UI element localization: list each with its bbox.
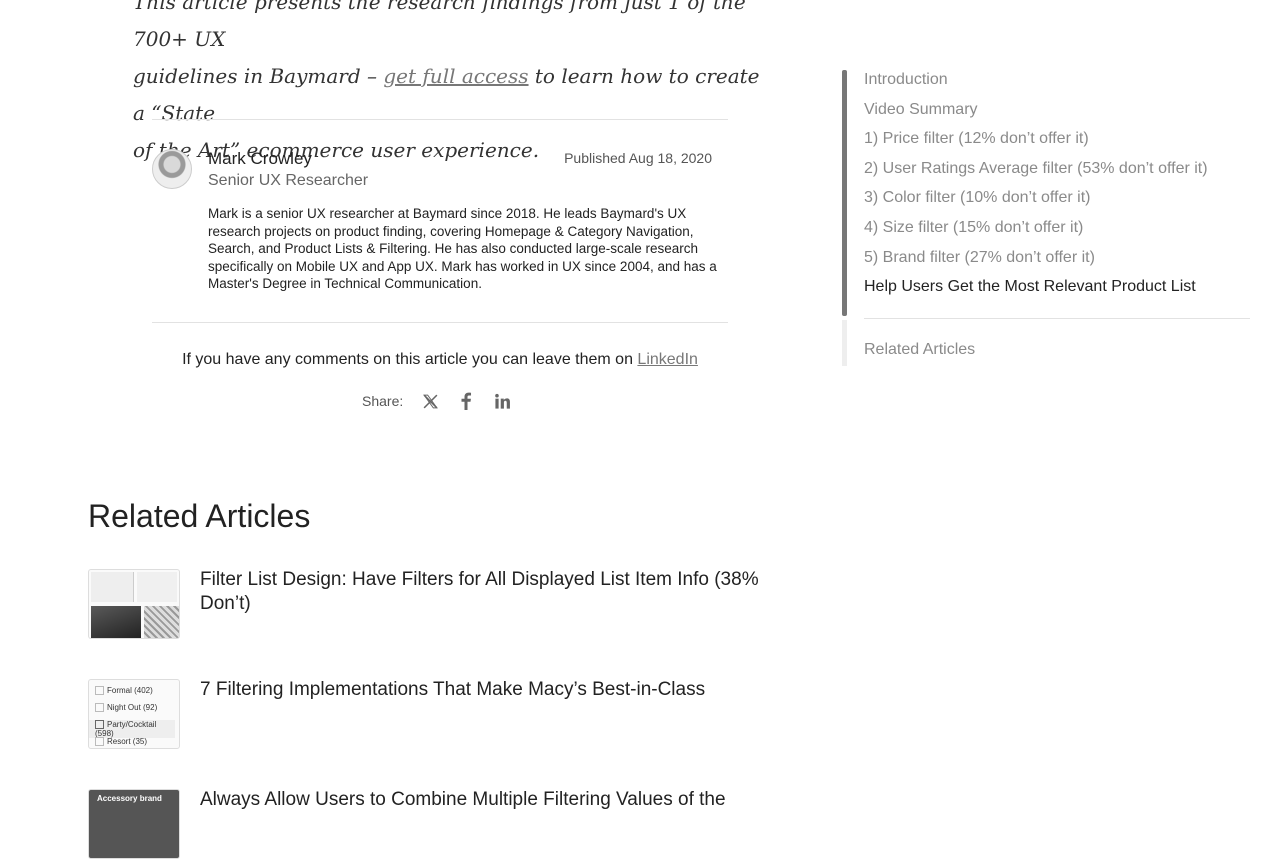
toc-item-size-filter[interactable]: 4) Size filter (15% don’t offer it) <box>864 219 1083 237</box>
related-article-1[interactable]: Filter List Design: Have Filters for All… <box>88 569 768 639</box>
toc-item-brand-filter[interactable]: 5) Brand filter (27% don’t offer it) <box>864 249 1095 267</box>
toc-item-color-filter[interactable]: 3) Color filter (10% don’t offer it) <box>864 189 1090 207</box>
share-bar: Share: <box>362 390 527 412</box>
toc-item-help-users[interactable]: Help Users Get the Most Relevant Product… <box>864 278 1196 296</box>
thumb-row-4: Resort (35) <box>107 737 148 746</box>
toc-progress-bar <box>842 70 847 316</box>
toc-item-video-summary[interactable]: Video Summary <box>864 101 978 119</box>
facebook-icon[interactable] <box>455 390 477 412</box>
thumb-row-2: Night Out (92) <box>107 703 158 712</box>
table-of-contents: Introduction Video Summary 1) Price filt… <box>842 70 1252 366</box>
published-date: Published Aug 18, 2020 <box>564 150 712 166</box>
toc-progress-track <box>842 320 847 366</box>
related-articles-heading: Related Articles <box>88 498 311 534</box>
comments-note: If you have any comments on this article… <box>152 351 728 369</box>
author-box: Mark Crowley Senior UX Researcher Publis… <box>152 119 728 323</box>
author-avatar <box>152 149 192 189</box>
related-article-2[interactable]: Formal (402) Night Out (92) Party/Cockta… <box>88 679 768 749</box>
related-article-1-thumbnail <box>88 569 180 639</box>
author-title: Senior UX Researcher <box>208 172 369 189</box>
toc-item-introduction[interactable]: Introduction <box>864 71 948 89</box>
thumb-row-1: Formal (402) <box>107 686 153 695</box>
toc-item-related-articles[interactable]: Related Articles <box>864 341 975 359</box>
linkedin-icon[interactable] <box>491 390 513 412</box>
linkedin-comments-link[interactable]: LinkedIn <box>637 351 698 368</box>
author-name[interactable]: Mark Crowley <box>208 149 312 169</box>
toc-divider <box>864 318 1250 319</box>
intro-line-2-pre: guidelines in Baymard – <box>133 64 384 88</box>
author-bio: Mark is a senior UX researcher at Baymar… <box>208 206 717 292</box>
toc-item-price-filter[interactable]: 1) Price filter (12% don’t offer it) <box>864 130 1089 148</box>
thumb-3-label: Accessory brand <box>97 794 162 803</box>
related-article-1-title[interactable]: Filter List Design: Have Filters for All… <box>200 568 760 616</box>
share-label: Share: <box>362 393 404 409</box>
x-icon[interactable] <box>419 390 441 412</box>
intro-line-1: This article presents the research findi… <box>133 0 746 51</box>
toc-item-user-ratings-filter[interactable]: 2) User Ratings Average filter (53% don’… <box>864 160 1208 178</box>
related-article-2-thumbnail: Formal (402) Night Out (92) Party/Cockta… <box>88 679 180 749</box>
related-article-3-title[interactable]: Always Allow Users to Combine Multiple F… <box>200 788 760 812</box>
thumb-row-3: Party/Cocktail (598) <box>95 720 157 739</box>
comments-text: If you have any comments on this article… <box>182 351 638 368</box>
get-full-access-link[interactable]: get full access <box>383 64 528 88</box>
related-article-2-title[interactable]: 7 Filtering Implementations That Make Ma… <box>200 678 760 702</box>
